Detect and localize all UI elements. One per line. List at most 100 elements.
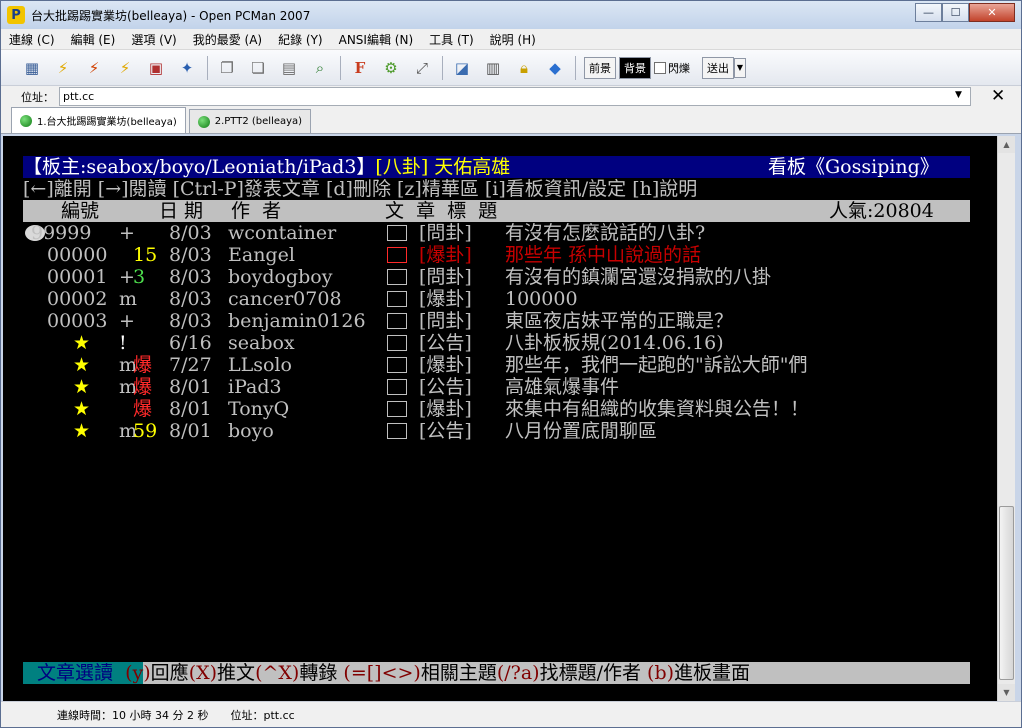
menu-connection[interactable]: 連線 (C) <box>1 31 63 48</box>
post-row[interactable]: ★ 爆 8/01 TonyQ [爆卦] 來集中有組織的收集資料與公告！！ <box>3 398 963 420</box>
footer-action: 進板畫面 <box>674 662 751 684</box>
post-title: 那些年，我們一起跑的"訴訟大師"們 <box>505 354 808 376</box>
close-tab-icon[interactable]: ✕ <box>991 86 1005 106</box>
post-author: cancer0708 <box>228 288 342 310</box>
post-mark: ! <box>119 332 127 354</box>
post-row[interactable]: 00000 15 8/03 Eangel [爆卦] 那些年 孫中山說過的話 <box>3 244 963 266</box>
post-title: 八月份置底閒聊區 <box>505 420 658 442</box>
find-icon[interactable]: ⌕ <box>309 57 331 79</box>
post-author: boyo <box>228 420 274 442</box>
copy-icon[interactable]: ❐ <box>216 57 238 79</box>
menu-bar: 連線 (C) 編輯 (E) 選項 (V) 我的最愛 (A) 紀錄 (Y) ANS… <box>1 29 1021 50</box>
post-row[interactable]: ★! 6/16 seabox [公告] 八卦板板規(2014.06.16) <box>3 332 963 354</box>
post-checkbox[interactable] <box>387 269 407 285</box>
menu-options[interactable]: 選項 (V) <box>123 31 184 48</box>
post-checkbox[interactable] <box>387 401 407 417</box>
background-color-button[interactable]: 背景 <box>619 56 651 79</box>
menu-favorites[interactable]: 我的最愛 (A) <box>185 31 270 48</box>
close-connection-icon[interactable]: ▣ <box>145 57 167 79</box>
post-row[interactable]: 99999 +8/03 wcontainer [問卦] 有沒有怎麼說話的八卦? <box>3 222 963 244</box>
menu-tools[interactable]: 工具 (T) <box>421 31 482 48</box>
post-date: 8/03 <box>169 222 212 244</box>
close-button[interactable]: ✕ <box>969 3 1015 22</box>
address-book-icon[interactable]: ▦ <box>21 57 43 79</box>
post-row[interactable]: 00001 +3 8/03 boydogboy [問卦] 有沒有的鎮瀾宮還沒捐款的八掛 <box>3 266 963 288</box>
connect-icon[interactable]: ⚡ <box>52 57 74 79</box>
menu-help[interactable]: 說明 (H) <box>482 31 544 48</box>
post-category: [爆卦] <box>419 354 472 376</box>
post-checkbox[interactable] <box>387 247 407 263</box>
menu-ansi-edit[interactable]: ANSI編輯 (N) <box>331 31 422 48</box>
scroll-thumb[interactable] <box>999 506 1014 680</box>
minimize-to-tray-icon[interactable]: ◪ <box>451 57 473 79</box>
post-row[interactable]: ★ m 爆 8/01 iPad3 [公告] 高雄氣爆事件 <box>3 376 963 398</box>
settings-icon[interactable]: ⚙ <box>380 57 402 79</box>
post-row[interactable]: 00002 m 8/03 cancer0708 [爆卦] 100000 <box>3 288 963 310</box>
maximize-button[interactable]: ☐ <box>942 3 969 22</box>
paste-ansi-icon[interactable]: ▤ <box>278 57 300 79</box>
post-row[interactable]: 00003 +8/03 benjamin0126 [問卦] 東區夜店妹平常的正職是？ <box>3 310 963 332</box>
scroll-up-icon[interactable]: ▲ <box>998 136 1015 153</box>
footer-action: 轉錄 <box>299 662 338 684</box>
push-count: 3 <box>133 266 146 288</box>
footer-key: (b) <box>647 662 675 684</box>
post-checkbox[interactable] <box>387 423 407 439</box>
pcman-icon[interactable]: P <box>7 6 25 24</box>
font-icon[interactable]: F <box>349 57 371 79</box>
terminal-scrollbar[interactable]: ▲ ▼ <box>997 136 1015 701</box>
post-title: 東區夜店妹平常的正職是？ <box>505 310 734 332</box>
post-mark: + <box>119 310 135 332</box>
board-name: 看板《Gossiping》 <box>768 156 939 178</box>
post-date: 8/03 <box>169 266 212 288</box>
window-title: 台大批踢踢實業坊(belleaya) - Open PCMan 2007 <box>31 8 311 23</box>
post-author: Eangel <box>228 244 295 266</box>
add-favorite-icon[interactable]: ✦ <box>176 57 198 79</box>
post-title: 100000 <box>505 288 578 310</box>
tab-label: 1.台大批踢踢實業坊(belleaya) <box>37 117 177 128</box>
post-checkbox[interactable] <box>387 225 407 241</box>
tab-ptt[interactable]: 1.台大批踢踢實業坊(belleaya) <box>11 107 186 133</box>
terminal-screen[interactable]: 【板主:seabox/boyo/Leoniath/iPad3】[八卦] 天佑高雄… <box>3 136 997 701</box>
footer-key: (=[]<>) <box>343 662 421 684</box>
minimize-button[interactable]: — <box>915 3 942 22</box>
menu-log[interactable]: 紀錄 (Y) <box>270 31 331 48</box>
foreground-color-button[interactable]: 前景 <box>584 56 616 79</box>
paste-icon[interactable]: ❏ <box>247 57 269 79</box>
post-checkbox[interactable] <box>387 357 407 373</box>
scroll-down-icon[interactable]: ▼ <box>998 684 1015 701</box>
post-checkbox[interactable] <box>387 291 407 307</box>
post-row[interactable]: ★ m 59 8/01 boyo [公告] 八月份置底閒聊區 <box>3 420 963 442</box>
post-date: 8/01 <box>169 398 212 420</box>
ansi-editor-icon[interactable]: ▥ <box>482 57 504 79</box>
toolbar-separator <box>207 55 208 80</box>
address-dropdown-icon[interactable]: ▼ <box>955 90 962 100</box>
post-checkbox[interactable] <box>387 313 407 329</box>
address-input[interactable]: ptt.cc <box>59 87 971 106</box>
footer-key: (X) <box>188 662 218 684</box>
tab-ptt2[interactable]: 2.PTT2 (belleaya) <box>188 109 312 133</box>
post-author: seabox <box>228 332 295 354</box>
disconnect-icon[interactable]: ⚡ <box>83 57 105 79</box>
blink-checkbox[interactable] <box>654 61 666 74</box>
footer-action: 相關主題 <box>420 662 497 684</box>
post-category: [公告] <box>419 420 472 442</box>
post-row[interactable]: ★ m 爆 7/27 LLsolo [爆卦] 那些年，我們一起跑的"訴訟大師"們 <box>3 354 963 376</box>
title-bar: P 台大批踢踢實業坊(belleaya) - Open PCMan 2007 —… <box>1 1 1021 29</box>
push-count: 爆 <box>133 354 153 376</box>
tab-label: 2.PTT2 (belleaya) <box>214 116 303 127</box>
lock-icon[interactable]: 🔒︎ <box>513 57 535 79</box>
pcman-icon[interactable]: ◆ <box>544 57 566 79</box>
app-window: P 台大批踢踢實業坊(belleaya) - Open PCMan 2007 —… <box>0 0 1022 728</box>
post-checkbox[interactable] <box>387 379 407 395</box>
post-author: wcontainer <box>228 222 337 244</box>
post-checkbox[interactable] <box>387 335 407 351</box>
connection-time: 連線時間：10 小時 34 分 2 秒 <box>57 708 209 722</box>
post-number: 00001 <box>47 266 108 288</box>
post-category: [問卦] <box>419 266 472 288</box>
menu-edit[interactable]: 編輯 (E) <box>63 31 124 48</box>
post-number: ★ <box>73 354 91 376</box>
send-button[interactable]: 送出 <box>702 56 734 79</box>
fullscreen-icon[interactable]: ⤢ <box>411 57 433 79</box>
reconnect-icon[interactable]: ⚡ <box>114 57 136 79</box>
send-dropdown-icon[interactable]: ▼ <box>734 57 746 78</box>
